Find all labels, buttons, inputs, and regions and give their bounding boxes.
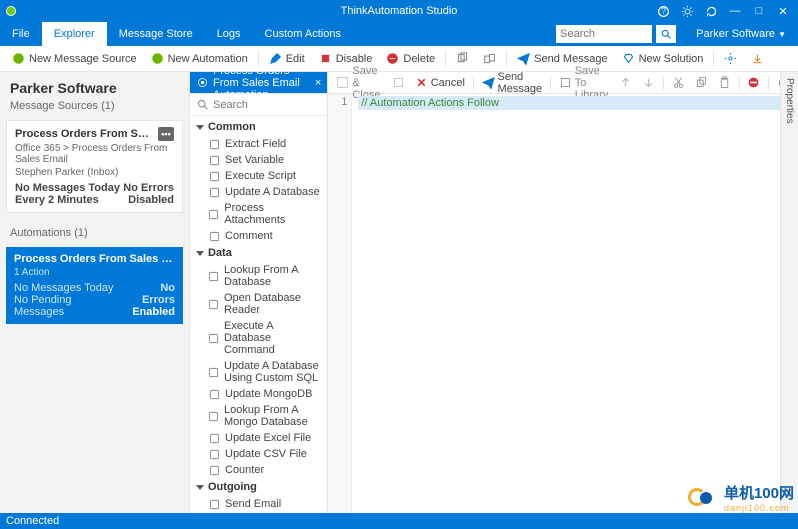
tree-action-item[interactable]: Update A Database bbox=[190, 184, 327, 200]
automation-action-count: 1 Action bbox=[14, 267, 175, 278]
refresh-icon[interactable] bbox=[704, 5, 718, 18]
editor-send-message-button[interactable]: Send Message bbox=[478, 71, 547, 95]
menu-custom-actions[interactable]: Custom Actions bbox=[253, 22, 353, 46]
source-name: Process Orders From Sale... bbox=[15, 128, 154, 140]
duplicate-button[interactable] bbox=[477, 48, 502, 70]
action-palette: Process Orders From Sales Email Automati… bbox=[190, 72, 328, 513]
source-mailbox: Stephen Parker (Inbox) bbox=[15, 167, 174, 178]
editor-copy-button[interactable] bbox=[691, 76, 712, 89]
tree-action-item[interactable]: Process Attachments bbox=[190, 200, 327, 228]
source-options-icon[interactable]: ••• bbox=[158, 127, 174, 141]
paste-button[interactable] bbox=[714, 76, 735, 89]
action-item-icon bbox=[208, 298, 219, 310]
automation-card[interactable]: Process Orders From Sales E... 1 Action … bbox=[6, 247, 183, 324]
menu-explorer[interactable]: Explorer bbox=[42, 22, 107, 46]
global-search-button[interactable] bbox=[656, 25, 676, 43]
action-item-icon bbox=[208, 170, 220, 182]
minimize-button[interactable]: — bbox=[728, 5, 742, 17]
cancel-button[interactable]: Cancel bbox=[411, 76, 469, 89]
tree-action-item[interactable]: Comment bbox=[190, 228, 327, 244]
tree-action-item[interactable]: Execute Script bbox=[190, 168, 327, 184]
status-text: Connected bbox=[6, 515, 59, 527]
tree-action-item[interactable]: Extract Field bbox=[190, 136, 327, 152]
action-item-icon bbox=[208, 410, 219, 422]
tree-action-item[interactable]: Remove Scheduled Outgoing Message bbox=[190, 512, 327, 513]
new-automation-button[interactable]: New Automation bbox=[145, 48, 254, 70]
close-button[interactable]: ✕ bbox=[776, 5, 790, 18]
action-item-icon bbox=[208, 154, 220, 166]
tree-action-item[interactable]: Execute A Database Command bbox=[190, 318, 327, 358]
tree-action-item[interactable]: Update MongoDB bbox=[190, 386, 327, 402]
tree-action-item[interactable]: Set Variable bbox=[190, 152, 327, 168]
tree-action-item[interactable]: Update Excel File bbox=[190, 430, 327, 446]
menu-logs[interactable]: Logs bbox=[205, 22, 253, 46]
svg-text:?: ? bbox=[661, 5, 666, 15]
action-item-icon bbox=[208, 332, 219, 344]
window-title: ThinkAutomation Studio bbox=[341, 5, 458, 17]
toolbar-settings-button[interactable] bbox=[718, 48, 743, 70]
edit-button[interactable]: Edit bbox=[263, 48, 311, 70]
tree-action-item[interactable]: Send Email bbox=[190, 496, 327, 512]
user-menu[interactable]: Parker Software ▼ bbox=[684, 22, 798, 46]
action-item-icon bbox=[208, 498, 220, 510]
palette-search-icon bbox=[196, 98, 209, 111]
action-item-icon bbox=[208, 138, 220, 150]
action-item-icon bbox=[208, 208, 219, 220]
tab-close-icon[interactable]: × bbox=[315, 77, 321, 89]
cut-button[interactable] bbox=[668, 76, 689, 89]
global-search-input[interactable] bbox=[556, 25, 652, 43]
copy-button[interactable] bbox=[450, 48, 475, 70]
message-sources-header: Message Sources (1) bbox=[0, 98, 189, 118]
tree-group[interactable]: Common bbox=[190, 118, 327, 136]
code-line: // Automation Actions Follow bbox=[361, 97, 499, 109]
action-item-icon bbox=[208, 230, 220, 242]
new-solution-button[interactable]: New Solution bbox=[616, 48, 710, 70]
menu-file[interactable]: File bbox=[0, 22, 42, 46]
source-path: Office 365 > Process Orders From Sales E… bbox=[15, 143, 174, 165]
editor-pane: Save & Close Cancel Send Message Save To… bbox=[328, 72, 798, 513]
tree-group[interactable]: Outgoing bbox=[190, 478, 327, 496]
code-editor[interactable]: // Automation Actions Follow bbox=[352, 94, 798, 513]
save-button bbox=[388, 76, 409, 89]
toolbar-export-button[interactable] bbox=[745, 48, 770, 70]
action-item-icon bbox=[208, 464, 220, 476]
tree-group[interactable]: Data bbox=[190, 244, 327, 262]
action-item-icon bbox=[208, 186, 220, 198]
action-item-icon bbox=[208, 448, 220, 460]
app-icon bbox=[6, 6, 16, 16]
action-item-icon bbox=[208, 432, 220, 444]
move-up-button[interactable] bbox=[615, 76, 636, 89]
tree-action-item[interactable]: Lookup From A Database bbox=[190, 262, 327, 290]
automation-name: Process Orders From Sales E... bbox=[14, 253, 175, 265]
new-message-source-button[interactable]: New Message Source bbox=[6, 48, 143, 70]
tree-action-item[interactable]: Counter bbox=[190, 462, 327, 478]
delete-button[interactable]: Delete bbox=[380, 48, 441, 70]
tree-action-item[interactable]: Update A Database Using Custom SQL bbox=[190, 358, 327, 386]
palette-search-input[interactable] bbox=[213, 99, 328, 111]
move-down-button[interactable] bbox=[638, 76, 659, 89]
delete-line-button[interactable] bbox=[743, 76, 764, 89]
message-source-card[interactable]: Process Orders From Sale... ••• Office 36… bbox=[6, 120, 183, 213]
maximize-button[interactable]: □ bbox=[752, 5, 766, 17]
company-name: Parker Software bbox=[0, 72, 189, 98]
settings-icon[interactable] bbox=[680, 5, 694, 18]
automations-header: Automations (1) bbox=[0, 225, 189, 245]
sidebar: Parker Software Message Sources (1) Proc… bbox=[0, 72, 190, 513]
automation-tab[interactable]: Process Orders From Sales Email Automati… bbox=[190, 72, 327, 93]
tree-action-item[interactable]: Update CSV File bbox=[190, 446, 327, 462]
tree-action-item[interactable]: Open Database Reader bbox=[190, 290, 327, 318]
help-icon[interactable]: ? bbox=[656, 5, 670, 18]
tree-action-item[interactable]: Lookup From A Mongo Database bbox=[190, 402, 327, 430]
action-item-icon bbox=[208, 366, 219, 378]
properties-panel-tab[interactable]: Properties bbox=[780, 72, 798, 513]
action-item-icon bbox=[208, 270, 219, 282]
menu-message-store[interactable]: Message Store bbox=[107, 22, 205, 46]
tab-automation-icon bbox=[196, 76, 209, 89]
line-number: 1 bbox=[332, 96, 347, 108]
action-item-icon bbox=[208, 388, 220, 400]
